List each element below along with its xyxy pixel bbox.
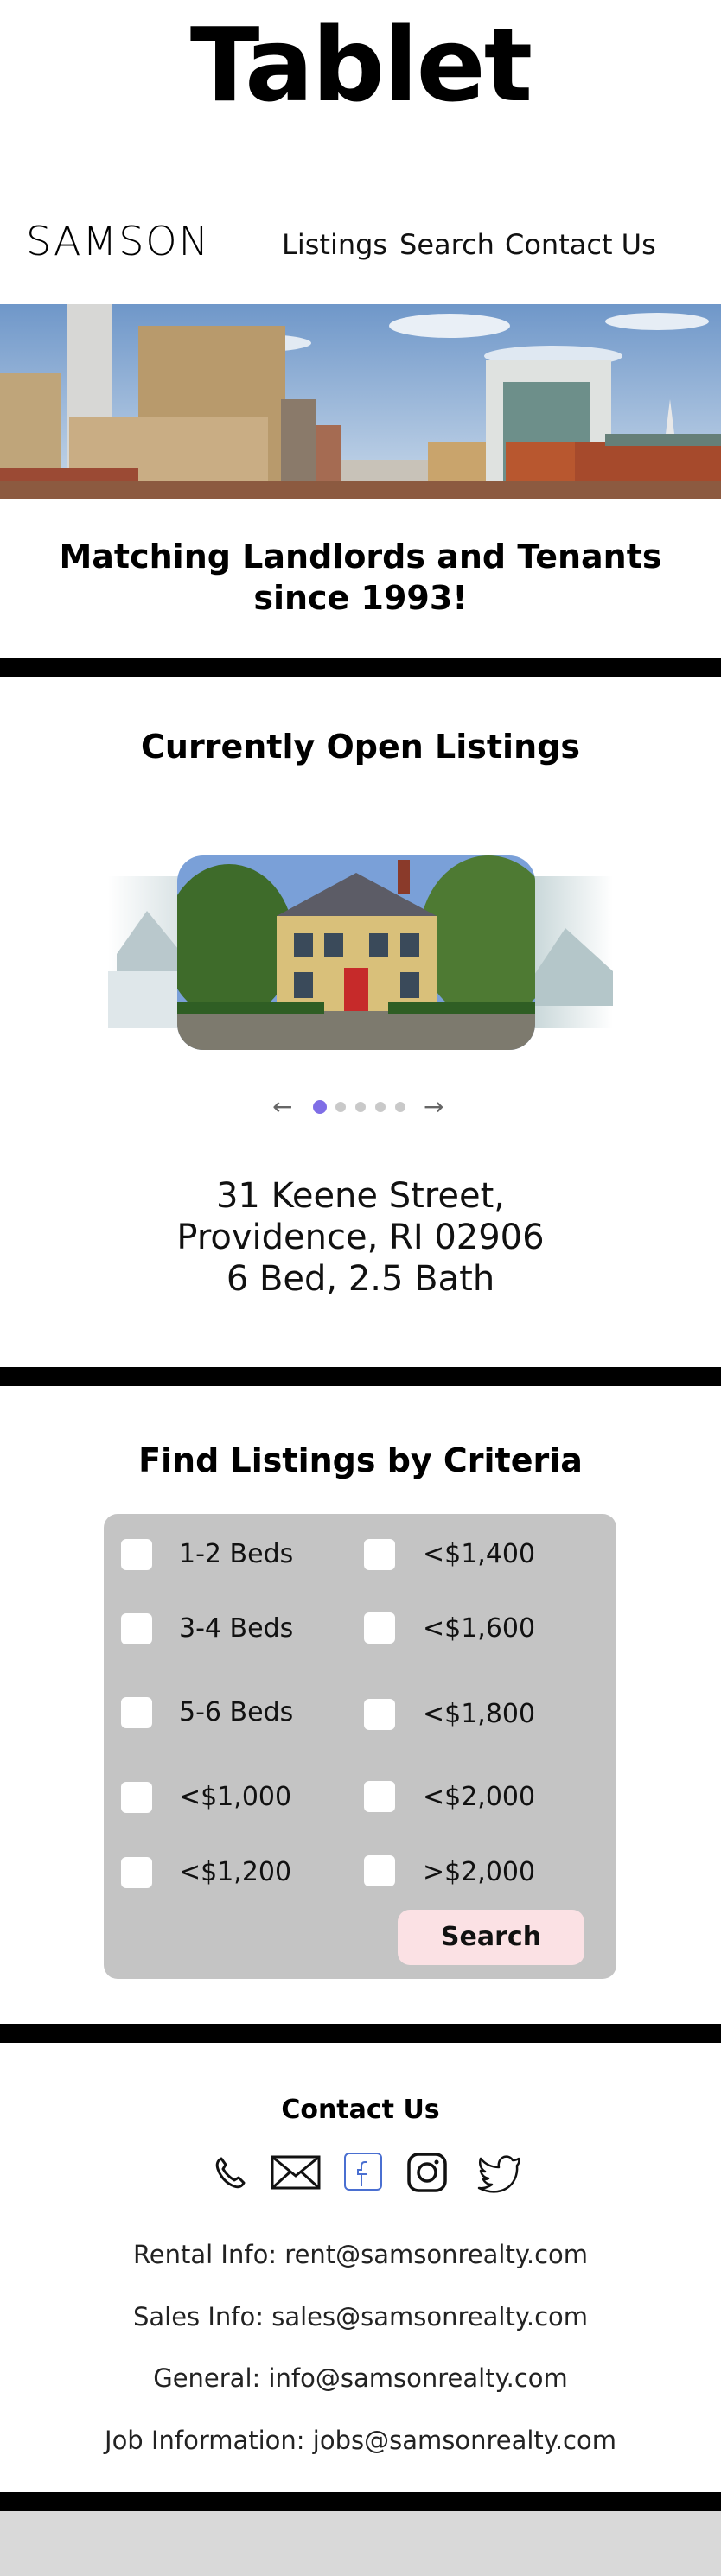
checkbox-over-2000[interactable]	[364, 1855, 395, 1886]
carousel-next-arrow-icon[interactable]: →	[424, 1094, 443, 1120]
checkbox-under-1000[interactable]	[121, 1782, 152, 1813]
frame-title: Tablet	[189, 5, 533, 124]
checkbox-label: >$2,000	[423, 1857, 536, 1887]
nav-listings[interactable]: Listings	[282, 228, 387, 261]
checkbox-label: <$1,400	[423, 1539, 536, 1569]
checkbox-label: <$2,000	[423, 1782, 536, 1812]
contact-general[interactable]: General: info@samsonrealty.com	[0, 2363, 721, 2393]
hero-image	[0, 304, 721, 499]
checkbox-label: 5-6 Beds	[179, 1697, 294, 1727]
checkbox-label: <$1,600	[423, 1613, 536, 1644]
nav-contact-us[interactable]: Contact Us	[505, 228, 656, 261]
instagram-icon[interactable]	[405, 2150, 450, 2195]
carousel-dot-1[interactable]	[313, 1100, 327, 1114]
checkbox-under-2000[interactable]	[364, 1781, 395, 1812]
listing-address-line-2: Providence, RI 02906	[176, 1218, 545, 1257]
twitter-icon[interactable]	[475, 2150, 524, 2195]
section-divider	[0, 1367, 721, 1386]
checkbox-under-1200[interactable]	[121, 1857, 152, 1888]
carousel-active-slide[interactable]	[177, 855, 535, 1050]
listing-address-line-1: 31 Keene Street,	[215, 1176, 505, 1216]
carousel-prev-arrow-icon[interactable]: ←	[272, 1094, 292, 1120]
listing-details: 31 Keene Street, Providence, RI 02906 6 …	[0, 1175, 721, 1300]
tagline: Matching Landlords and Tenants since 199…	[52, 536, 669, 619]
contact-rental[interactable]: Rental Info: rent@samsonrealty.com	[0, 2240, 721, 2269]
carousel-dot-4[interactable]	[375, 1102, 386, 1112]
facebook-icon[interactable]	[341, 2150, 386, 2195]
checkbox-under-1400[interactable]	[364, 1539, 395, 1570]
checkbox-1-2-beds[interactable]	[121, 1539, 152, 1570]
carousel-prev-slide[interactable]	[108, 876, 186, 1028]
section-divider	[0, 658, 721, 677]
carousel-next-slide[interactable]	[531, 876, 613, 1028]
logo[interactable]: SAMSON	[26, 218, 210, 264]
section-divider	[0, 2024, 721, 2043]
checkbox-3-4-beds[interactable]	[121, 1613, 152, 1644]
checkbox-label: <$1,000	[179, 1782, 292, 1812]
checkbox-label: <$1,800	[423, 1699, 536, 1729]
checkbox-label: <$1,200	[179, 1857, 292, 1887]
mail-icon[interactable]	[270, 2150, 322, 2195]
tagline-line-1: Matching Landlords and Tenants	[59, 537, 662, 576]
checkbox-under-1800[interactable]	[364, 1699, 395, 1730]
carousel-dot-3[interactable]	[355, 1102, 366, 1112]
listing-beds-baths: 6 Bed, 2.5 Bath	[226, 1259, 495, 1299]
phone-icon[interactable]	[207, 2150, 252, 2195]
contact-jobs[interactable]: Job Information: jobs@samsonrealty.com	[0, 2426, 721, 2455]
checkbox-label: 3-4 Beds	[179, 1613, 294, 1644]
contact-title: Contact Us	[281, 2095, 440, 2125]
contact-sales[interactable]: Sales Info: sales@samsonrealty.com	[0, 2302, 721, 2331]
carousel-dot-2[interactable]	[335, 1102, 346, 1112]
checkbox-under-1600[interactable]	[364, 1612, 395, 1644]
nav-search[interactable]: Search	[399, 228, 494, 261]
tagline-line-2: since 1993!	[253, 579, 468, 617]
criteria-title: Find Listings by Criteria	[138, 1441, 583, 1479]
listings-title: Currently Open Listings	[141, 728, 580, 766]
carousel-dot-5[interactable]	[395, 1102, 405, 1112]
section-divider	[0, 2492, 721, 2511]
search-button[interactable]: Search	[398, 1910, 584, 1965]
bottom-bar	[0, 2511, 721, 2576]
checkbox-label: 1-2 Beds	[179, 1539, 294, 1569]
checkbox-5-6-beds[interactable]	[121, 1697, 152, 1728]
